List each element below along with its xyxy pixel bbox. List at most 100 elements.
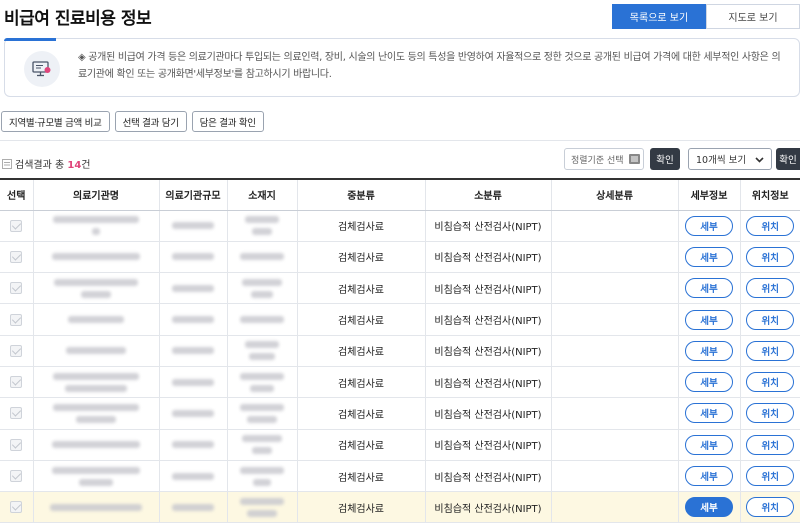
header-select: 선택 xyxy=(0,178,34,211)
detail-button[interactable]: 세부 xyxy=(685,340,733,361)
result-count: 검색결과 총 14건 xyxy=(2,156,90,171)
detail-button[interactable]: 세부 xyxy=(685,278,733,299)
page-size-select[interactable]: 10개씩 보기 xyxy=(688,148,772,170)
map-view-button[interactable]: 지도로 보기 xyxy=(706,4,800,29)
detail-button[interactable]: 세부 xyxy=(685,434,733,455)
location-redacted xyxy=(228,341,297,361)
table-row: 검체검사료 비침습적 산전검사(NIPT) 세부 위치 xyxy=(0,303,800,336)
sub-category-cell: 비침습적 산전검사(NIPT) xyxy=(425,429,552,461)
mid-category-cell: 검체검사료 xyxy=(297,335,426,367)
institution-name-redacted xyxy=(34,278,159,298)
institution-name-redacted xyxy=(34,403,159,423)
detail-button[interactable]: 세부 xyxy=(685,372,733,393)
sub-category-cell: 비침습적 산전검사(NIPT) xyxy=(425,366,552,399)
detail-button[interactable]: 세부 xyxy=(685,309,733,330)
table-row: 검체검사료 비침습적 산전검사(NIPT) 세부 위치 xyxy=(0,366,800,399)
location-redacted xyxy=(228,403,297,423)
list-icon xyxy=(2,158,12,169)
detail-category-cell xyxy=(551,429,679,461)
location-button[interactable]: 위치 xyxy=(746,434,795,455)
location-redacted xyxy=(228,466,297,486)
table-row: 검체검사료 비침습적 산전검사(NIPT) 세부 위치 xyxy=(0,491,800,524)
sort-select-label: 정렬기준 선택 xyxy=(571,155,624,166)
mid-category-cell: 검체검사료 xyxy=(297,491,426,524)
result-count-prefix: 검색결과 총 xyxy=(15,160,68,171)
view-toggle: 목록으로 보기 지도로 보기 xyxy=(612,4,800,29)
table-row: 검체검사료 비침습적 산전검사(NIPT) 세부 위치 xyxy=(0,241,800,274)
detail-category-cell xyxy=(551,210,679,242)
row-checkbox[interactable] xyxy=(10,250,23,263)
institution-name-redacted xyxy=(34,372,159,392)
location-button[interactable]: 위치 xyxy=(746,372,795,393)
location-button[interactable]: 위치 xyxy=(746,278,795,299)
institution-size-redacted xyxy=(160,222,227,230)
institution-size-redacted xyxy=(160,253,227,261)
row-checkbox[interactable] xyxy=(10,313,23,326)
page-title: 비급여 진료비용 정보 xyxy=(4,9,152,29)
header-location-info: 위치정보 xyxy=(740,178,800,211)
list-lines-icon xyxy=(628,154,640,164)
table-row: 검체검사료 비침습적 산전검사(NIPT) 세부 위치 xyxy=(0,272,800,305)
row-checkbox[interactable] xyxy=(10,407,23,420)
detail-button[interactable]: 세부 xyxy=(685,497,733,518)
header-institution-name[interactable]: 의료기관명 xyxy=(33,178,160,211)
location-button[interactable]: 위치 xyxy=(746,340,795,361)
header-institution-size[interactable]: 의료기관규모 xyxy=(159,178,228,211)
location-button[interactable]: 위치 xyxy=(746,497,795,518)
header-location[interactable]: 소재지 xyxy=(227,178,298,211)
results-table: 선택 의료기관명 의료기관규모 소재지 중분류 소분류 상세분류 세부정보 위치… xyxy=(0,178,800,524)
location-redacted xyxy=(228,316,297,324)
institution-name-redacted xyxy=(34,503,159,511)
monitor-document-icon xyxy=(32,61,51,77)
sub-category-cell: 비침습적 산전검사(NIPT) xyxy=(425,303,552,336)
mid-category-cell: 검체검사료 xyxy=(297,303,426,336)
row-checkbox[interactable] xyxy=(10,470,23,483)
notice-text: ◈ 공개된 비급여 가격 등은 의료기관마다 투입되는 의료인력, 장비, 시술… xyxy=(78,52,781,80)
detail-button[interactable]: 세부 xyxy=(685,403,733,424)
detail-button[interactable]: 세부 xyxy=(685,466,733,487)
sub-category-cell: 비침습적 산전검사(NIPT) xyxy=(425,241,552,274)
location-button[interactable]: 위치 xyxy=(746,403,795,424)
location-button[interactable]: 위치 xyxy=(746,309,795,330)
header-mid-category: 중분류 xyxy=(297,178,426,211)
sort-confirm-button[interactable]: 확인 xyxy=(650,148,680,170)
sub-category-cell: 비침습적 산전검사(NIPT) xyxy=(425,460,552,493)
institution-name-redacted xyxy=(34,347,159,355)
page-size-confirm-button[interactable]: 확인 xyxy=(776,148,800,170)
view-saved-button[interactable]: 담은 결과 확인 xyxy=(191,111,264,132)
institution-size-redacted xyxy=(160,316,227,324)
result-count-suffix: 건 xyxy=(81,160,91,171)
row-checkbox[interactable] xyxy=(10,344,23,357)
row-checkbox[interactable] xyxy=(10,282,23,295)
row-checkbox[interactable] xyxy=(10,376,23,389)
detail-button[interactable]: 세부 xyxy=(685,215,733,236)
detail-category-cell xyxy=(551,241,679,274)
detail-category-cell xyxy=(551,303,679,336)
location-button[interactable]: 위치 xyxy=(746,215,795,236)
mid-category-cell: 검체검사료 xyxy=(297,429,426,461)
divider xyxy=(0,140,800,141)
add-selected-button[interactable]: 선택 결과 담기 xyxy=(114,111,187,132)
row-checkbox[interactable] xyxy=(10,438,23,451)
location-button[interactable]: 위치 xyxy=(746,246,795,267)
location-redacted xyxy=(228,435,297,455)
institution-size-redacted xyxy=(160,409,227,417)
row-checkbox[interactable] xyxy=(10,219,23,232)
table-row: 검체검사료 비침습적 산전검사(NIPT) 세부 위치 xyxy=(0,335,800,367)
mid-category-cell: 검체검사료 xyxy=(297,210,426,242)
table-header-row: 선택 의료기관명 의료기관규모 소재지 중분류 소분류 상세분류 세부정보 위치… xyxy=(0,178,800,211)
mid-category-cell: 검체검사료 xyxy=(297,366,426,399)
region-compare-button[interactable]: 지역별·규모별 금액 비교 xyxy=(1,111,110,132)
row-checkbox[interactable] xyxy=(10,501,23,514)
list-view-button[interactable]: 목록으로 보기 xyxy=(612,4,706,29)
location-button[interactable]: 위치 xyxy=(746,466,795,487)
header-detail-info: 세부정보 xyxy=(678,178,741,211)
detail-category-cell xyxy=(551,366,679,399)
sub-category-cell: 비침습적 산전검사(NIPT) xyxy=(425,397,552,430)
mid-category-cell: 검체검사료 xyxy=(297,460,426,493)
institution-size-redacted xyxy=(160,441,227,449)
sort-select[interactable]: 정렬기준 선택 xyxy=(564,148,644,170)
detail-button[interactable]: 세부 xyxy=(685,246,733,267)
sub-category-cell: 비침습적 산전검사(NIPT) xyxy=(425,272,552,305)
table-row: 검체검사료 비침습적 산전검사(NIPT) 세부 위치 xyxy=(0,397,800,430)
